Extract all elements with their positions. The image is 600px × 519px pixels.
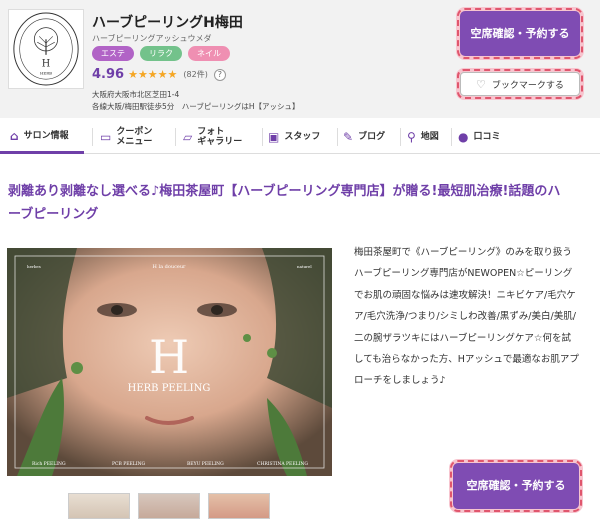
nav-divider [92,128,93,146]
nav-divider [451,128,452,146]
svg-text:herbes: herbes [27,264,41,269]
staff-icon: ▣ [268,130,280,144]
thumbnail-2[interactable] [138,493,200,519]
bookmark-label: ブックマークする [491,80,564,91]
nav-divider [262,128,263,146]
tag-esthe[interactable]: エステ [92,46,134,61]
photo-icon: ▱ [183,130,193,144]
main-salon-photo[interactable]: H la douceur herbes naturel H HERB PEELI… [7,248,332,476]
photo-thumbnails [68,493,270,519]
thumbnail-3[interactable] [208,493,270,519]
pen-icon: ✎ [343,130,354,144]
review-count-link[interactable]: (82件) [183,69,207,80]
thumbnail-1[interactable] [68,493,130,519]
reserve-button[interactable]: 空席確認・予約する [457,8,583,59]
tree-emblem-icon: H HERB [13,12,79,86]
svg-text:HERB PEELING: HERB PEELING [128,383,211,394]
salon-description: 梅田茶屋町で《ハーブピーリング》のみを取り扱うハーブピーリング専門店がNEWOP… [354,247,579,387]
salon-logo: H HERB [8,9,84,89]
tab-blog[interactable]: ✎ ブログ [343,120,401,154]
svg-text:BEYU PEELING: BEYU PEELING [187,461,224,467]
svg-text:HERB: HERB [40,70,52,75]
salon-nav-tabs: ⌂ サロン情報 ▭ クーポン メニュー ▱ フォト ギャラリー ▣ スタッフ ✎… [0,120,600,154]
tab-salon-info[interactable]: ⌂ サロン情報 [0,120,84,154]
heart-icon: ♡ [476,77,486,91]
coupon-icon: ▭ [100,130,112,144]
speech-bubble-icon: ● [458,130,469,144]
rating: 4.96 ★★★★★ (82件) ? [92,67,226,82]
nav-divider [175,128,176,146]
salon-kana: ハーブピーリングアッシュウメダ [92,34,212,43]
svg-text:naturel: naturel [297,264,312,269]
bookmark-button[interactable]: ♡ ブックマークする [457,69,583,99]
svg-text:Rich PEELING: Rich PEELING [32,461,66,467]
svg-text:H: H [42,59,50,70]
salon-name: ハーブピーリングH梅田 [92,15,243,31]
tag-relax[interactable]: リラク [140,46,182,61]
svg-text:H: H [149,330,189,384]
tab-map[interactable]: ⚲ 地図 [407,120,452,154]
star-rating-icon: ★★★★★ [128,68,178,81]
tab-reviews[interactable]: ● 口コミ [458,120,520,154]
tab-photo-gallery[interactable]: ▱ フォト ギャラリー [183,120,263,154]
help-icon[interactable]: ? [213,68,226,81]
svg-text:H la douceur: H la douceur [153,264,187,270]
svg-text:CHRISTINA PEELING: CHRISTINA PEELING [257,461,308,467]
tab-staff[interactable]: ▣ スタッフ [268,120,338,154]
tag-nail[interactable]: ネイル [188,46,230,61]
catch-copy-heading: 剥離あり剥離なし選べる♪梅田茶屋町【ハーブピーリング専門店】が贈る!最短肌治療!… [8,184,561,222]
salon-address: 大阪府大阪市北区芝田1-4 [92,90,180,99]
category-tags: エステ リラク ネイル [92,46,230,61]
salon-header: H HERB ハーブピーリングH梅田 ハーブピーリングアッシュウメダ エステ リ… [0,0,600,118]
nav-divider [337,128,338,146]
map-pin-icon: ⚲ [407,130,416,144]
svg-text:PCB PEELING: PCB PEELING [112,461,146,467]
house-icon: ⌂ [10,128,19,143]
nav-divider [400,128,401,146]
rating-score: 4.96 [92,67,125,82]
salon-access: 各線大阪/梅田駅徒歩5分 ハーブピーリングはH【アッシュ】 [92,102,300,111]
tab-coupon-menu[interactable]: ▭ クーポン メニュー [100,120,174,154]
reserve-button-bottom[interactable]: 空席確認・予約する [450,460,582,512]
